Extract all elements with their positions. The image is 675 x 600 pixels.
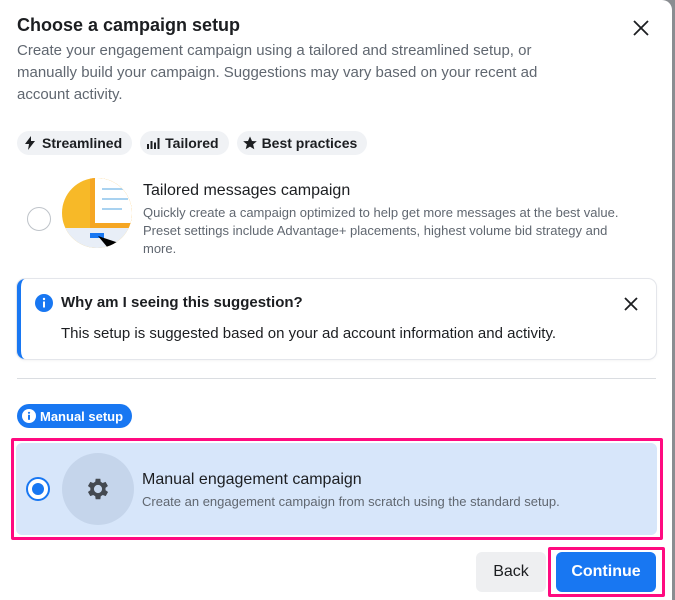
back-button[interactable]: Back bbox=[476, 552, 546, 592]
divider bbox=[17, 378, 656, 379]
dialog-subtitle: Create your engagement campaign using a … bbox=[17, 42, 538, 103]
chip-tailored: Tailored bbox=[140, 131, 229, 155]
notice-close-button[interactable] bbox=[619, 292, 643, 316]
info-icon bbox=[35, 294, 53, 312]
close-icon bbox=[633, 20, 649, 36]
feature-chips: Streamlined Tailored Best practices bbox=[17, 131, 368, 155]
dialog-title: Choose a campaign setup bbox=[17, 15, 241, 35]
notice-title: Why am I seeing this suggestion? bbox=[61, 294, 303, 311]
chip-label: Tailored bbox=[165, 135, 219, 151]
close-button[interactable] bbox=[628, 15, 654, 41]
manual-setup-badge: Manual setup bbox=[17, 404, 133, 428]
star-icon bbox=[242, 136, 257, 150]
suggestion-notice: Why am I seeing this suggestion? This se… bbox=[17, 279, 656, 359]
messages-illustration-icon bbox=[62, 178, 132, 248]
chip-streamlined: Streamlined bbox=[17, 131, 133, 155]
tailored-description: Quickly create a campaign optimized to h… bbox=[143, 205, 619, 256]
continue-button[interactable]: Continue bbox=[556, 552, 656, 592]
campaign-setup-dialog: Choose a campaign setup Create your enga… bbox=[0, 0, 672, 600]
option-tailored-messages[interactable]: Tailored messages campaign Quickly creat… bbox=[17, 176, 657, 262]
bar-chart-icon bbox=[147, 138, 160, 149]
info-icon bbox=[22, 409, 36, 423]
tailored-title: Tailored messages campaign bbox=[143, 182, 351, 199]
chip-best-practices: Best practices bbox=[236, 131, 368, 155]
badge-label: Manual setup bbox=[40, 408, 124, 424]
notice-text: This setup is suggested based on your ad… bbox=[61, 325, 557, 342]
manual-option-highlight bbox=[11, 438, 663, 540]
close-icon bbox=[624, 297, 638, 311]
chip-label: Best practices bbox=[261, 135, 358, 151]
tailored-radio[interactable] bbox=[27, 207, 51, 231]
lightning-icon bbox=[25, 136, 35, 150]
chip-label: Streamlined bbox=[42, 135, 123, 151]
